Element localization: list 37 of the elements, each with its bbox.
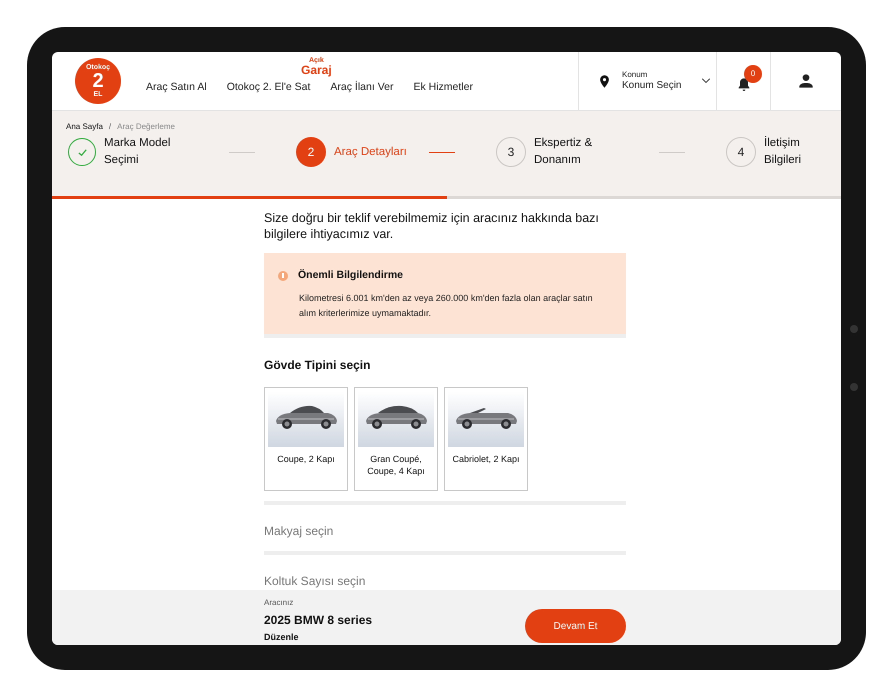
body-type-option[interactable]: Cabriolet, 2 Kapı bbox=[444, 386, 528, 491]
body-type-option[interactable]: Gran Coupé, Coupe, 4 Kapı bbox=[354, 386, 438, 491]
chevron-down-icon bbox=[701, 78, 712, 84]
notification-badge: 0 bbox=[744, 65, 762, 83]
edit-link[interactable]: Düzenle bbox=[264, 631, 464, 644]
nav-link[interactable]: Araç Satın Al bbox=[146, 81, 207, 93]
location-selector[interactable]: Konum Konum Seçin bbox=[578, 52, 716, 110]
nav-link[interactable]: Ek Hizmetler bbox=[413, 81, 473, 93]
vehicle-name: 2025 BMW 8 series bbox=[264, 612, 374, 629]
breadcrumb-current: Araç Değerleme bbox=[117, 121, 175, 133]
step-label: Marka Model Seçimi bbox=[104, 136, 172, 168]
section-title: Gövde Tipini seçin bbox=[264, 356, 372, 374]
step-label: Ekspertiz & Donanım bbox=[534, 136, 594, 168]
continue-button[interactable]: Devam Et bbox=[525, 609, 626, 643]
footer-caption: Aracınız bbox=[264, 597, 294, 609]
step-label: İletişim Bilgileri bbox=[764, 135, 802, 168]
step-number: 2 bbox=[296, 137, 326, 167]
body-type-option[interactable]: Coupe, 2 Kapı bbox=[264, 386, 348, 491]
breadcrumb-separator: / bbox=[108, 121, 112, 133]
nav-link[interactable]: Araç İlanı Ver bbox=[330, 81, 394, 93]
intro-text: Size doğru bir teklif verebilmemiz için aracınız hakkında bazı bilgilere ihtiyacımız var. bbox=[264, 210, 600, 242]
notice-title: Önemli Bilgilendirme bbox=[298, 268, 404, 283]
section-title: Koltuk Sayısı seçin bbox=[264, 574, 366, 588]
section-title: Makyaj seçin bbox=[264, 524, 334, 538]
breadcrumb-link[interactable]: Ana Sayfa bbox=[66, 121, 103, 133]
location-pin-icon bbox=[597, 72, 612, 90]
step-label: Araç Detayları bbox=[334, 144, 408, 160]
location-value: Konum Seçin bbox=[622, 80, 682, 92]
step-number: 3 bbox=[496, 137, 526, 167]
location-label: Konum bbox=[622, 70, 648, 80]
nav-link[interactable]: Otokoç 2. El'e Sat bbox=[226, 81, 310, 93]
step-number: 4 bbox=[726, 137, 756, 167]
user-icon[interactable] bbox=[798, 73, 814, 89]
bell-icon[interactable] bbox=[736, 77, 752, 93]
notice-text: Kilometresi 6.001 km'den az veya 260.000 km'den fazla olan araçlar satın alım kriterlerimize uymamaktadır. bbox=[299, 292, 594, 320]
logo-number: 2 bbox=[92, 71, 104, 91]
info-icon bbox=[278, 270, 288, 281]
